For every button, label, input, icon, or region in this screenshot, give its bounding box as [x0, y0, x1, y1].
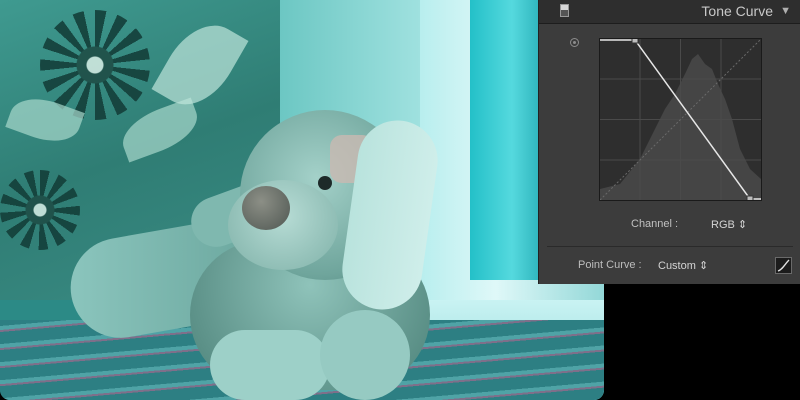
window-glass	[470, 0, 540, 280]
dog-paw	[320, 310, 410, 400]
channel-label: Channel :	[631, 218, 679, 230]
tone-curve-panel: Tone Curve ▼ Channel : RGB ⇕ Point Curve…	[538, 0, 800, 284]
edit-point-curve-icon[interactable]	[775, 257, 792, 274]
panel-title: Tone Curve	[701, 3, 773, 19]
tone-curve-graph[interactable]	[599, 38, 762, 201]
dog-nose	[242, 186, 290, 230]
curve-point-bottom[interactable]	[746, 195, 754, 200]
target-adjust-icon[interactable]	[570, 38, 579, 47]
curve-point-top[interactable]	[631, 39, 639, 44]
channel-row: Channel : RGB ⇕	[539, 218, 800, 234]
point-curve-select[interactable]: Custom ⇕	[658, 259, 708, 272]
flower-shape	[0, 170, 80, 250]
channel-select[interactable]: RGB ⇕	[711, 218, 747, 231]
point-curve-row: Point Curve : Custom ⇕	[539, 257, 800, 275]
panel-switch-icon[interactable]	[560, 4, 569, 17]
panel-header[interactable]: Tone Curve ▼	[539, 0, 800, 24]
tone-curve-svg[interactable]	[600, 39, 761, 200]
triangle-down-icon[interactable]: ▼	[780, 5, 791, 17]
photo-preview[interactable]	[0, 0, 604, 400]
dog-eye	[318, 176, 332, 190]
dog-paw	[210, 330, 330, 400]
divider	[547, 246, 793, 247]
point-curve-label: Point Curve :	[578, 259, 642, 271]
